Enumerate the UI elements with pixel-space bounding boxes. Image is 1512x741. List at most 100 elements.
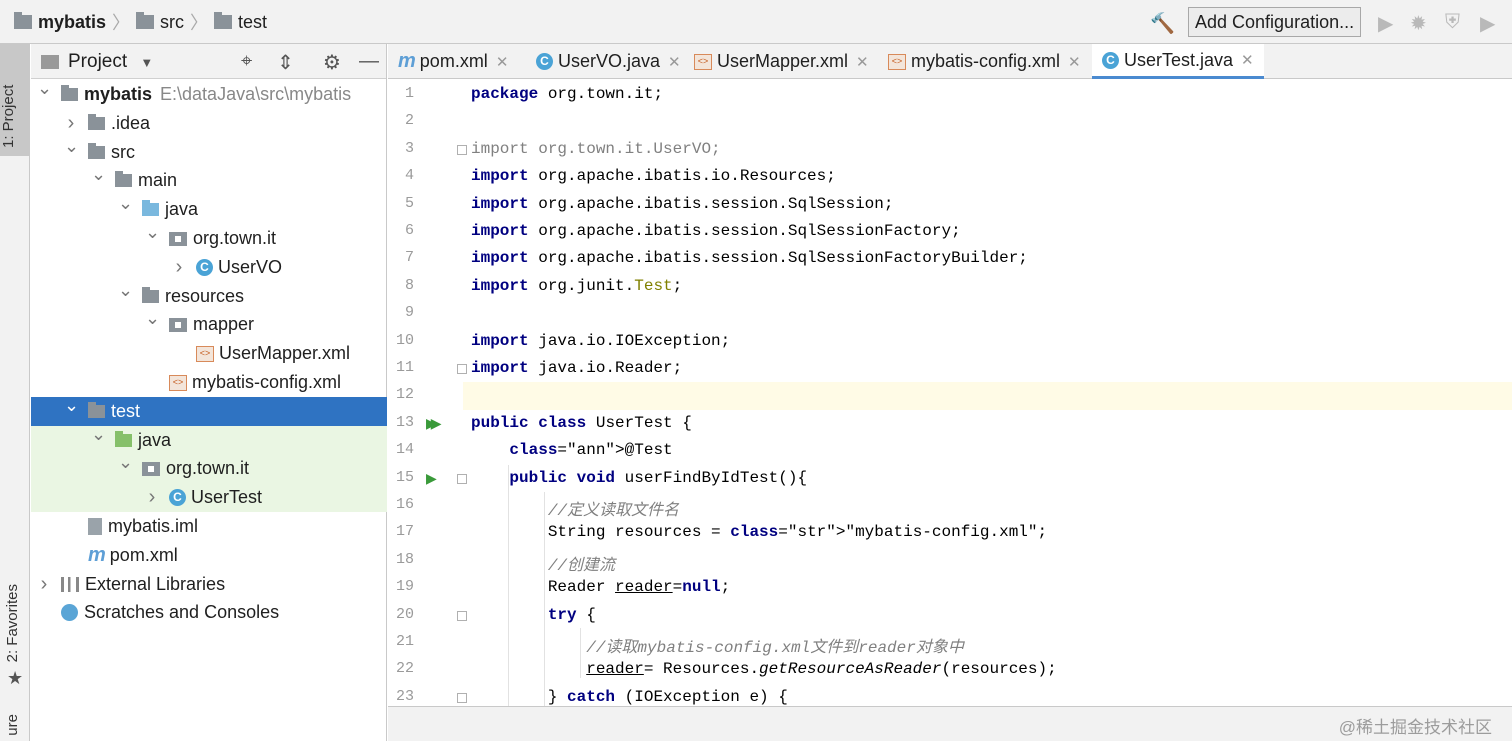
chevron-down-icon[interactable]: ⌄ — [118, 448, 133, 477]
tree-node-label: mapper — [193, 314, 255, 335]
tree-node[interactable]: <> UserMapper.xml — [31, 339, 387, 368]
module-folder-icon — [61, 85, 78, 101]
fold-marker-icon[interactable] — [457, 610, 467, 621]
tool-tab-structure[interactable]: ure — [4, 714, 21, 736]
breadcrumb-item-test[interactable]: test — [238, 12, 267, 33]
build-hammer-icon[interactable]: 🔨 — [1150, 11, 1175, 36]
line-number: 18 — [395, 550, 414, 568]
line-number: 17 — [395, 523, 414, 541]
run-class-icon[interactable]: ▶▶ — [426, 415, 441, 432]
project-panel-title[interactable]: Project ▼ — [68, 51, 153, 73]
close-icon[interactable]: ✕ — [856, 53, 869, 71]
tab-usertest-java[interactable]: C UserTest.java ✕ — [1092, 44, 1264, 79]
tree-node[interactable]: ⌄ java — [31, 193, 387, 224]
tool-tab-favorites[interactable]: 2: Favorites — [4, 584, 21, 662]
hide-panel-icon[interactable]: — — [359, 50, 379, 73]
close-icon[interactable]: ✕ — [668, 53, 681, 71]
xml-file-icon: <> — [196, 345, 214, 362]
breadcrumb-item-src[interactable]: src — [160, 12, 184, 33]
collapse-all-icon[interactable]: ⇕ — [277, 50, 294, 75]
class-icon: C — [536, 53, 553, 70]
tree-node[interactable]: › C UserTest — [31, 483, 387, 513]
source-folder-icon — [142, 200, 159, 217]
chevron-down-icon[interactable]: ⌄ — [64, 391, 79, 420]
line-number: 14 — [395, 441, 414, 459]
project-panel-title-text: Project — [68, 51, 128, 72]
tool-tab-structure-label: ure — [4, 714, 21, 736]
tree-node[interactable]: › C UserVO — [31, 253, 387, 282]
settings-gear-icon[interactable]: ⚙ — [323, 50, 341, 75]
tree-node-content: C UserVO — [196, 253, 282, 282]
chevron-down-icon[interactable]: ⌄ — [118, 189, 133, 218]
tree-node[interactable]: ⌄ src — [31, 136, 387, 167]
line-number: 23 — [395, 687, 414, 705]
maven-icon: m — [398, 50, 416, 72]
tree-node[interactable]: ⌄ java — [31, 424, 387, 455]
code-line: //创建流 — [471, 556, 616, 575]
tree-node[interactable]: ⌄ org.town.it — [31, 222, 387, 253]
tree-node-content: .idea — [88, 109, 150, 138]
tree-node[interactable]: ⌄ test — [31, 395, 387, 426]
fold-marker-icon[interactable] — [457, 364, 467, 374]
breadcrumb: mybatis 〉 src 〉 test — [14, 10, 267, 34]
breadcrumb-item-mybatis[interactable]: mybatis — [38, 12, 106, 33]
line-number: 21 — [395, 633, 414, 650]
run-icon[interactable]: ▶ — [1378, 11, 1393, 36]
chevron-right-icon[interactable]: › — [172, 253, 186, 282]
tree-node[interactable]: Scratches and Consoles — [31, 598, 387, 627]
tree-node-label: UserVO — [218, 256, 283, 277]
chevron-down-icon[interactable]: ⌄ — [145, 218, 160, 247]
close-icon[interactable]: ✕ — [496, 53, 509, 71]
fold-marker-icon[interactable] — [457, 144, 467, 155]
tree-node[interactable]: ⌄ main — [31, 164, 387, 195]
add-configuration-button[interactable]: Add Configuration... — [1188, 7, 1361, 37]
tree-node[interactable]: ⌄ mybatis E:\dataJava\src\mybatis — [31, 78, 387, 109]
tab-mybatis-config-xml[interactable]: <> mybatis-config.xml ✕ — [888, 44, 1081, 79]
code-editor[interactable]: 1 2 3 4 5 6 7 8 9 10 11 12 13 14 15 16 17 18 19 20 21 22 23 ▶▶ ▶… — [388, 80, 1512, 706]
tree-node[interactable]: › .idea — [31, 109, 387, 138]
locate-target-icon[interactable]: ⌖ — [241, 50, 252, 73]
tab-label: mybatis-config.xml — [911, 51, 1061, 71]
tree-node[interactable]: ⌄ org.town.it — [31, 452, 387, 484]
chevron-down-icon[interactable]: ⌄ — [145, 304, 160, 333]
chevron-right-icon: 〉 — [112, 13, 131, 33]
chevron-down-icon[interactable]: ⌄ — [91, 160, 106, 189]
run-test-icon[interactable]: ▶ — [426, 470, 437, 487]
tree-node[interactable]: m pom.xml — [31, 541, 387, 570]
close-icon[interactable]: ✕ — [1241, 51, 1254, 69]
chevron-down-icon[interactable]: ⌄ — [91, 420, 106, 449]
tree-node-content: m pom.xml — [88, 541, 178, 570]
tab-usermapper-xml[interactable]: <> UserMapper.xml ✕ — [694, 44, 869, 79]
tree-node-label: Scratches and Consoles — [84, 602, 280, 623]
line-number: 2 — [404, 112, 414, 130]
coverage-icon[interactable]: ⛨ — [1445, 11, 1460, 34]
debug-icon[interactable]: ✹ — [1410, 11, 1427, 36]
tab-pom-xml[interactable]: m pom.xml ✕ — [398, 44, 508, 79]
tree-node[interactable]: <> mybatis-config.xml — [31, 368, 387, 397]
chevron-right-icon[interactable]: › — [145, 483, 159, 512]
code-line: import org.apache.ibatis.session.SqlSess… — [471, 249, 1028, 268]
chevron-down-icon[interactable]: ⌄ — [37, 74, 52, 103]
watermark: @稀土掘金技术社区 — [1338, 718, 1492, 737]
fold-marker-icon[interactable] — [457, 473, 467, 484]
tree-node-label: pom.xml — [109, 544, 178, 565]
tree-node-label: mybatis-config.xml — [192, 372, 342, 392]
stop-icon[interactable]: ▶ — [1480, 11, 1495, 36]
code-line: import org.town.it.UserVO; — [471, 139, 721, 158]
chevron-down-icon[interactable]: ⌄ — [64, 132, 79, 161]
tree-node[interactable]: › External Libraries — [31, 570, 387, 599]
maven-icon: m — [88, 543, 106, 566]
tab-uservo-java[interactable]: C UserVO.java ✕ — [536, 44, 681, 79]
close-icon[interactable]: ✕ — [1068, 53, 1081, 71]
fold-marker-icon[interactable] — [457, 692, 467, 703]
tree-node[interactable]: mybatis.iml — [31, 512, 387, 541]
chevron-down-icon[interactable]: ⌄ — [118, 276, 133, 305]
code-line: reader= Resources.getResourceAsReader(re… — [586, 660, 1057, 679]
chevron-right-icon[interactable]: › — [37, 570, 51, 599]
tree-node-label: .idea — [111, 112, 151, 133]
tree-node-content: C UserTest — [169, 483, 262, 512]
iml-file-icon — [88, 518, 102, 535]
tool-tab-project[interactable]: 1: Project — [0, 44, 30, 156]
tree-node[interactable]: ⌄ mapper — [31, 308, 387, 339]
tree-node[interactable]: ⌄ resources — [31, 280, 387, 311]
